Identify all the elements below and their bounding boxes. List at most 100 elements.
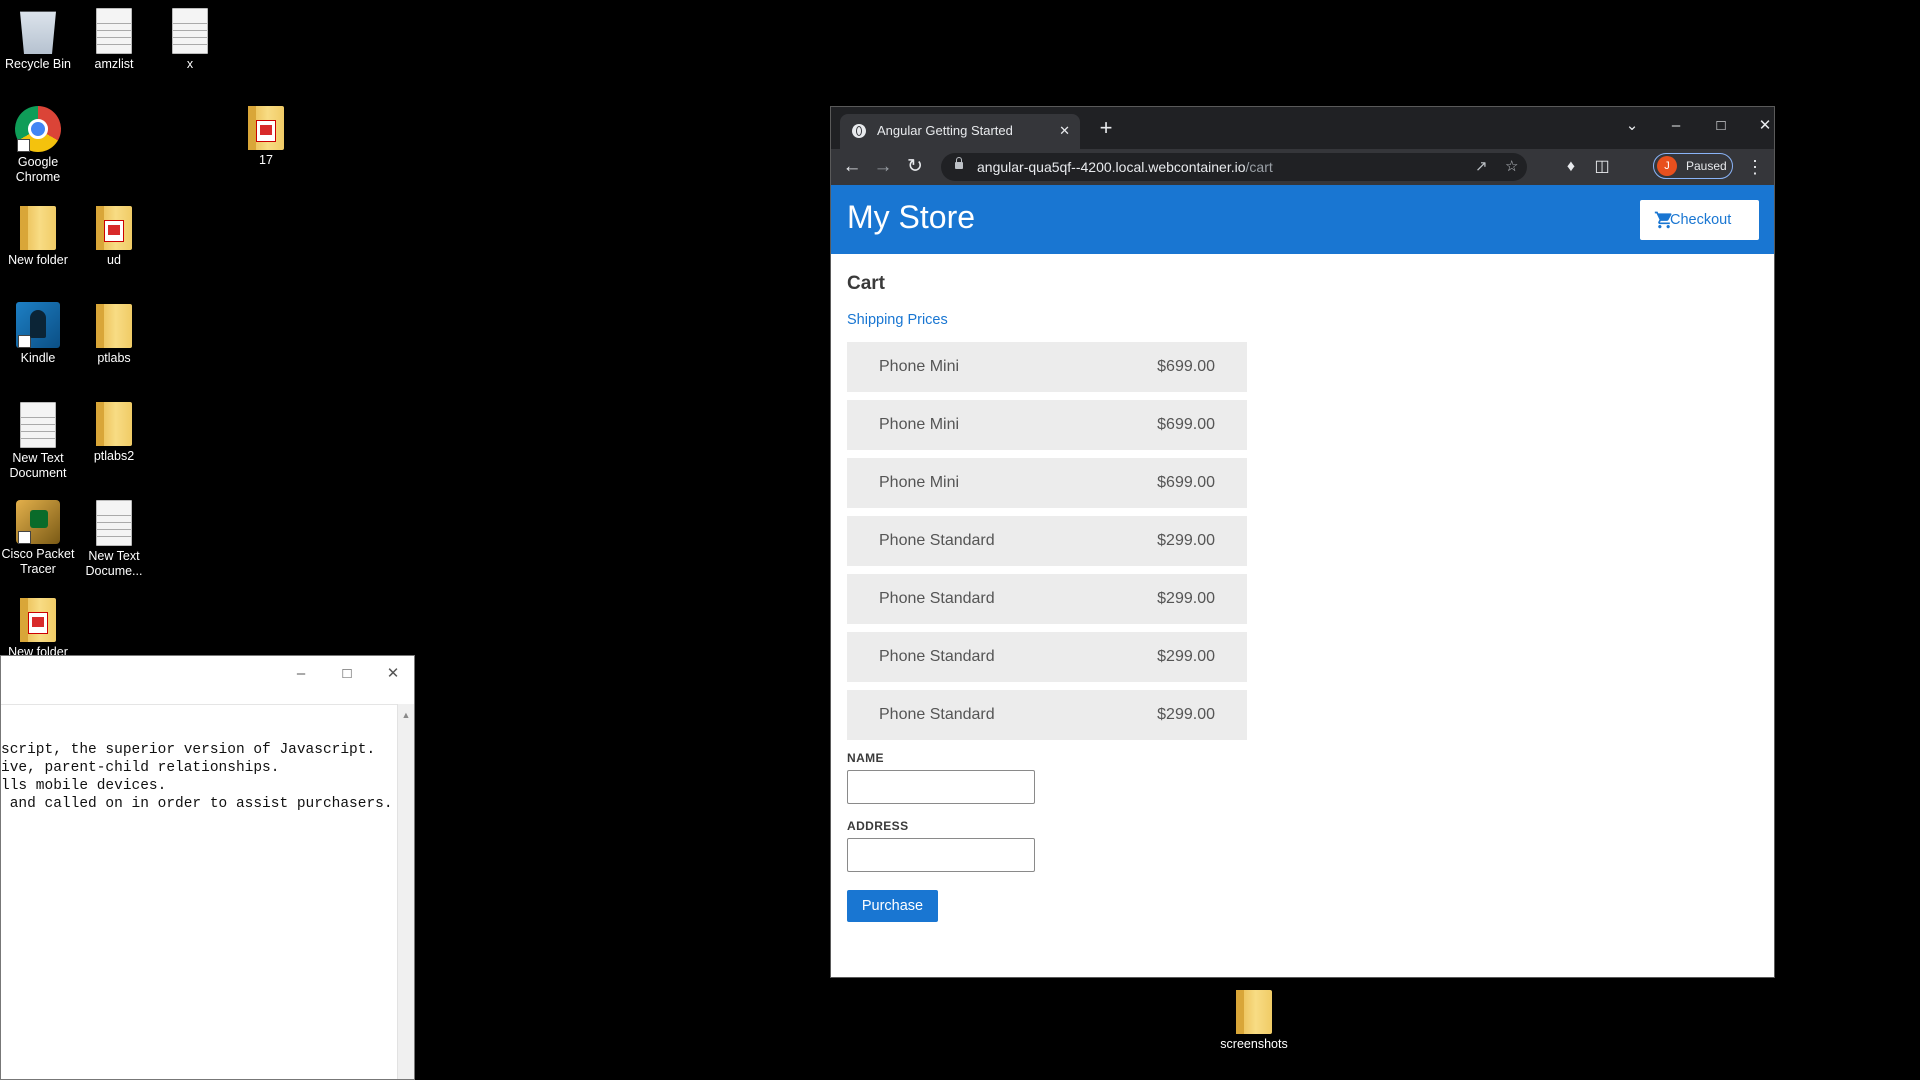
browser-tab[interactable]: Angular Getting Started ✕ [840, 114, 1080, 149]
menu-kebab-icon[interactable]: ⋮ [1746, 154, 1764, 180]
shopping-cart-icon [1654, 211, 1672, 229]
name-label: NAME [847, 751, 884, 765]
profile-button[interactable]: J Paused [1653, 153, 1733, 179]
shortcut-arrow-icon [18, 335, 31, 348]
text-file-icon [20, 402, 56, 448]
maximize-icon[interactable]: □ [332, 662, 362, 686]
text-file-icon [96, 8, 132, 54]
desktop-icon-new-folder-2[interactable]: New folder [0, 598, 82, 660]
shortcut-arrow-icon [18, 531, 31, 544]
desktop-icon-amzlist[interactable]: amzlist [70, 8, 158, 72]
scroll-up-arrow-icon[interactable]: ▲ [398, 704, 414, 720]
desktop-icon-17[interactable]: 17 [222, 106, 310, 168]
close-icon[interactable]: ✕ [1745, 113, 1785, 139]
close-icon[interactable]: ✕ [378, 662, 408, 686]
text-line: script, the superior version of Javascri… [1, 742, 376, 758]
desktop-icon-label: amzlist [94, 57, 134, 71]
back-arrow-icon[interactable]: ← [839, 154, 865, 180]
desktop-icon-x[interactable]: x [146, 8, 234, 72]
url-path: /cart [1245, 159, 1273, 175]
pdf-icon [104, 220, 124, 242]
text-file-icon [96, 500, 132, 546]
item-price: $699.00 [1157, 416, 1215, 433]
cart-item: Phone Standard $299.00 [847, 690, 1247, 740]
item-name: Phone Standard [879, 532, 995, 549]
maximize-icon[interactable]: □ [1701, 113, 1741, 139]
folder-icon [96, 304, 132, 348]
lock-icon [955, 157, 963, 169]
folder-icon [96, 402, 132, 446]
pdf-folder-icon [96, 206, 132, 250]
text-line: lls mobile devices. [1, 778, 167, 794]
purchase-button[interactable]: Purchase [847, 890, 938, 922]
desktop-icon-ptlabs2[interactable]: ptlabs2 [70, 402, 158, 464]
desktop-icon-label: 17 [259, 153, 273, 167]
avatar: J [1657, 156, 1677, 176]
share-icon[interactable]: ↗ [1475, 153, 1488, 181]
text-line: and called on in order to assist purchas… [1, 796, 393, 812]
item-name: Phone Standard [879, 590, 995, 607]
item-price: $299.00 [1157, 590, 1215, 607]
desktop-icon-google-chrome[interactable]: Google Chrome [0, 106, 82, 185]
checkout-label: Checkout [1670, 212, 1732, 228]
desktop-icon-label: ptlabs [97, 351, 131, 365]
address-bar[interactable]: angular-qua5qf--4200.local.webcontainer.… [941, 153, 1527, 181]
cart-heading: Cart [847, 273, 886, 294]
checkout-button[interactable]: Checkout [1640, 200, 1759, 240]
browser-toolbar: ← → ↻ angular-qua5qf--4200.local.webcont… [831, 149, 1774, 185]
notepad-title-bar[interactable]: – □ ✕ [1, 656, 414, 705]
forward-arrow-icon[interactable]: → [870, 154, 896, 180]
minimize-icon[interactable]: – [286, 662, 316, 686]
cart-item: Phone Standard $299.00 [847, 516, 1247, 566]
recycle-bin-icon [20, 11, 56, 54]
item-price: $299.00 [1157, 532, 1215, 549]
cart-item: Phone Standard $299.00 [847, 632, 1247, 682]
cart-items-list: Phone Mini $699.00 Phone Mini $699.00 Ph… [847, 342, 1247, 748]
browser-window[interactable]: Angular Getting Started ✕ + ⌄ – □ ✕ ← → … [830, 106, 1775, 978]
cisco-packet-tracer-icon [16, 500, 60, 544]
desktop-icon-label: Google Chrome [15, 155, 61, 184]
desktop-icon-ud[interactable]: ud [70, 206, 158, 268]
desktop-icon-label: New Text Docume... [85, 549, 143, 578]
store-top-bar: My Store Checkout [831, 185, 1774, 254]
shortcut-arrow-icon [17, 139, 30, 152]
item-price: $299.00 [1157, 706, 1215, 723]
desktop-icon-ptlabs[interactable]: ptlabs [70, 304, 158, 366]
shipping-prices-link[interactable]: Shipping Prices [847, 312, 948, 328]
vertical-scrollbar[interactable]: ▲ [397, 704, 414, 1079]
pdf-icon [28, 612, 48, 634]
address-label: ADDRESS [847, 819, 909, 833]
notepad-window[interactable]: – □ ✕ script, the superior version of Ja… [0, 655, 415, 1080]
extensions-puzzle-icon[interactable]: ♦ [1558, 154, 1584, 180]
chrome-icon [15, 106, 61, 152]
address-input[interactable] [847, 838, 1035, 872]
tab-strip: Angular Getting Started ✕ + ⌄ – □ ✕ [831, 107, 1774, 149]
new-tab-button[interactable]: + [1093, 115, 1119, 141]
text-line: ive, parent-child relationships. [1, 760, 280, 776]
desktop-icon-label: ud [107, 253, 121, 267]
pdf-folder-icon [20, 598, 56, 642]
side-panel-icon[interactable]: ◫ [1589, 154, 1615, 180]
tab-title: Angular Getting Started [877, 123, 1013, 138]
cart-item: Phone Mini $699.00 [847, 342, 1247, 392]
cart-item: Phone Standard $299.00 [847, 574, 1247, 624]
name-input[interactable] [847, 770, 1035, 804]
notepad-text-area[interactable]: script, the superior version of Javascri… [1, 741, 393, 813]
item-name: Phone Mini [879, 358, 960, 375]
desktop-icon-screenshots[interactable]: screenshots [1210, 990, 1298, 1052]
minimize-icon[interactable]: – [1656, 113, 1696, 139]
url-host: angular-qua5qf--4200.local.webcontainer.… [977, 159, 1246, 175]
cart-item: Phone Mini $699.00 [847, 400, 1247, 450]
item-name: Phone Mini [879, 474, 960, 491]
desktop-icon-label: screenshots [1220, 1037, 1288, 1051]
tab-close-icon[interactable]: ✕ [1059, 114, 1070, 148]
item-name: Phone Standard [879, 648, 995, 665]
desktop-icon-label: ptlabs2 [93, 449, 135, 463]
reload-icon[interactable]: ↻ [902, 154, 928, 180]
item-price: $699.00 [1157, 358, 1215, 375]
pdf-icon [256, 120, 276, 142]
tab-search-chevron-icon[interactable]: ⌄ [1612, 113, 1652, 139]
store-title-link[interactable]: My Store [847, 199, 975, 236]
desktop-icon-new-text-document-2[interactable]: New Text Docume... [70, 500, 158, 579]
bookmark-star-icon[interactable]: ☆ [1505, 153, 1518, 181]
